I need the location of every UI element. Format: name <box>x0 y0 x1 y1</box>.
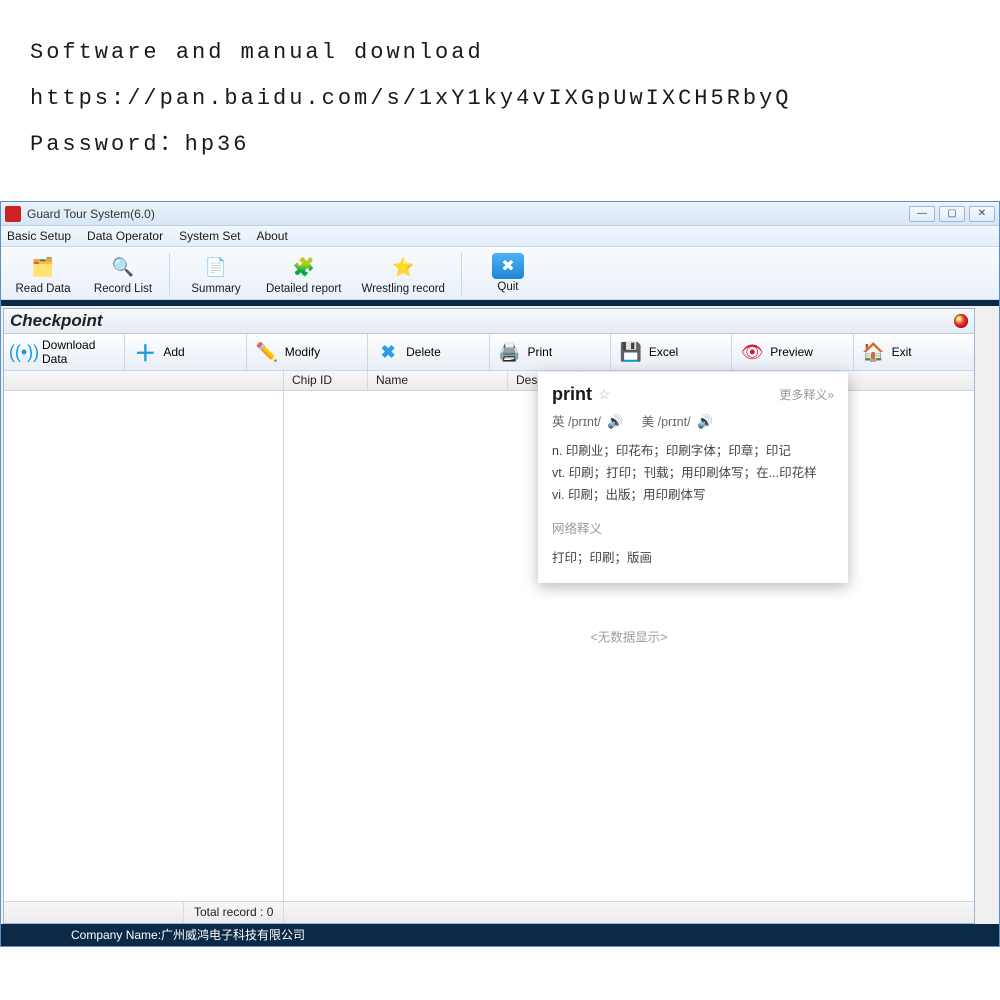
download-title: Software and manual download <box>30 30 970 76</box>
quit-icon: ✖ <box>492 253 524 279</box>
record-list-button[interactable]: 🔍 Record List <box>87 251 159 297</box>
dark-background-strip <box>1 300 999 306</box>
excel-label: Excel <box>649 345 678 359</box>
add-button[interactable]: ＋ Add <box>125 334 246 370</box>
speaker-us-icon[interactable]: 🔊 <box>697 414 713 429</box>
def-noun: n. 印刷业；印花布；印刷字体；印章；印记 <box>552 440 834 462</box>
menu-data-operator[interactable]: Data Operator <box>87 229 163 243</box>
no-data-message: <无数据显示> <box>590 627 667 646</box>
table-panel: Chip ID Name Desc <无数据显示> print ☆ 更多释义» <box>284 371 974 901</box>
read-data-icon: 🗂️ <box>26 253 60 281</box>
modify-label: Modify <box>285 345 320 359</box>
network-definition-label: 网络释义 <box>552 518 834 537</box>
checkpoint-title: Checkpoint <box>10 311 103 331</box>
tree-header <box>4 371 283 391</box>
main-toolbar: 🗂️ Read Data 🔍 Record List 📄 Summary 🧩 D… <box>1 247 999 300</box>
network-definition: 打印；印刷；版画 <box>552 547 834 569</box>
record-indicator-icon <box>954 314 968 328</box>
uk-pron-label: 英 <box>552 415 565 429</box>
star-icon[interactable]: ☆ <box>598 386 611 403</box>
checkpoint-toolbar: ((•)) Download Data ＋ Add ✏️ Modify ✖ De… <box>4 334 974 371</box>
checkpoint-panel: Checkpoint ((•)) Download Data ＋ Add ✏️ … <box>3 308 975 924</box>
exit-label: Exit <box>892 345 912 359</box>
col-chip-id[interactable]: Chip ID <box>284 371 368 390</box>
maximize-button[interactable]: ▢ <box>939 206 965 222</box>
more-definitions-link[interactable]: 更多释义» <box>779 386 834 403</box>
detailed-report-button[interactable]: 🧩 Detailed report <box>260 251 347 297</box>
toolbar-separator <box>169 253 170 295</box>
plus-icon: ＋ <box>133 341 157 363</box>
status-bar: Total record : 0 <box>4 901 974 923</box>
summary-icon: 📄 <box>199 253 233 281</box>
save-disk-icon: 💾 <box>619 341 643 363</box>
delete-x-icon: ✖ <box>376 341 400 363</box>
quit-button[interactable]: ✖ Quit <box>472 251 544 297</box>
col-name[interactable]: Name <box>368 371 508 390</box>
read-data-label: Read Data <box>16 283 71 295</box>
title-bar: Guard Tour System(6.0) — ▢ ✕ <box>1 202 999 226</box>
minimize-button[interactable]: — <box>909 206 935 222</box>
download-password: Password：hp36 <box>30 122 970 168</box>
def-vt: vt. 印刷；打印；刊载；用印刷体写；在...印花样 <box>552 462 834 484</box>
application-window: Guard Tour System(6.0) — ▢ ✕ Basic Setup… <box>0 201 1000 947</box>
uk-pron: /prɪnt/ <box>568 415 601 429</box>
window-title: Guard Tour System(6.0) <box>27 207 155 221</box>
app-icon <box>5 206 21 222</box>
dictionary-popup: print ☆ 更多释义» 英 /prɪnt/ 🔊 美 / <box>538 372 848 583</box>
delete-button[interactable]: ✖ Delete <box>368 334 489 370</box>
record-list-label: Record List <box>94 283 152 295</box>
preview-button[interactable]: 👁 Preview <box>732 334 853 370</box>
wrestling-record-icon: ⭐ <box>386 253 420 281</box>
dict-word: print <box>552 384 592 405</box>
summary-button[interactable]: 📄 Summary <box>180 251 252 297</box>
close-button[interactable]: ✕ <box>969 206 995 222</box>
preview-label: Preview <box>770 345 813 359</box>
company-footer: Company Name:广州威鸿电子科技有限公司 <box>1 924 999 946</box>
record-list-icon: 🔍 <box>106 253 140 281</box>
external-header-text: Software and manual download https://pan… <box>0 0 1000 183</box>
definitions: n. 印刷业；印花布；印刷字体；印章；印记 vt. 印刷；打印；刊载；用印刷体写… <box>552 440 834 506</box>
summary-label: Summary <box>191 283 240 295</box>
quit-label: Quit <box>497 281 518 293</box>
download-data-label: Download Data <box>42 338 116 366</box>
printer-icon: 🖨️ <box>498 341 522 363</box>
pronunciation-row: 英 /prɪnt/ 🔊 美 /prɪnt/ 🔊 <box>552 411 834 430</box>
menu-bar: Basic Setup Data Operator System Set Abo… <box>1 226 999 247</box>
def-vi: vi. 印刷；出版；用印刷体写 <box>552 484 834 506</box>
modify-button[interactable]: ✏️ Modify <box>247 334 368 370</box>
add-label: Add <box>163 345 184 359</box>
speaker-uk-icon[interactable]: 🔊 <box>607 414 623 429</box>
total-record: Total record : 0 <box>184 902 284 923</box>
tree-panel[interactable] <box>4 371 284 901</box>
download-data-button[interactable]: ((•)) Download Data <box>4 334 125 370</box>
pencil-icon: ✏️ <box>255 341 279 363</box>
delete-label: Delete <box>406 345 441 359</box>
checkpoint-body: Chip ID Name Desc <无数据显示> print ☆ 更多释义» <box>4 371 974 901</box>
eye-icon: 👁 <box>740 341 764 363</box>
us-pron-label: 美 <box>642 415 655 429</box>
exit-button[interactable]: 🏠 Exit <box>854 334 974 370</box>
wrestling-record-label: Wrestling record <box>361 283 445 295</box>
menu-basic-setup[interactable]: Basic Setup <box>7 229 71 243</box>
read-data-button[interactable]: 🗂️ Read Data <box>7 251 79 297</box>
home-icon: 🏠 <box>862 341 886 363</box>
checkpoint-title-bar: Checkpoint <box>4 309 974 334</box>
toolbar-separator-2 <box>461 253 462 295</box>
download-url: https://pan.baidu.com/s/1xY1ky4vIXGpUwIX… <box>30 76 970 122</box>
window-controls: — ▢ ✕ <box>909 206 995 222</box>
us-pron: /prɪnt/ <box>658 415 691 429</box>
menu-system-set[interactable]: System Set <box>179 229 240 243</box>
signal-icon: ((•)) <box>12 341 36 363</box>
detailed-report-icon: 🧩 <box>287 253 321 281</box>
wrestling-record-button[interactable]: ⭐ Wrestling record <box>355 251 451 297</box>
print-label: Print <box>528 345 553 359</box>
print-button[interactable]: 🖨️ Print <box>490 334 611 370</box>
status-cell-1 <box>4 902 184 923</box>
detailed-report-label: Detailed report <box>266 283 341 295</box>
excel-button[interactable]: 💾 Excel <box>611 334 732 370</box>
menu-about[interactable]: About <box>256 229 287 243</box>
